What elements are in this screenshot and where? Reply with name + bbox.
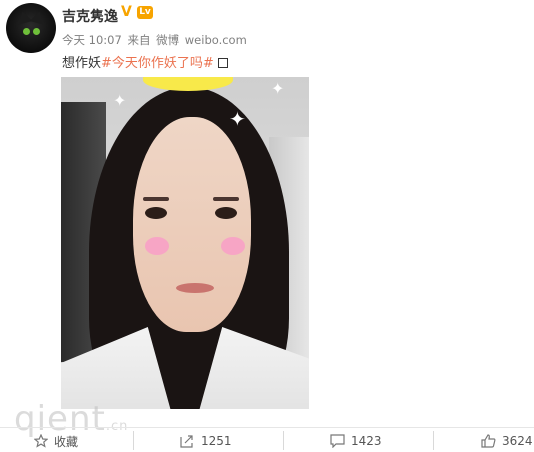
photo-lips <box>176 283 214 293</box>
source-prefix: 来自 <box>127 33 151 47</box>
blush-sticker-left <box>145 237 169 255</box>
favorite-button[interactable]: 收藏 <box>34 432 78 450</box>
comment-count: 1423 <box>351 434 382 448</box>
blush-sticker-right <box>221 237 245 255</box>
share-button[interactable]: 1251 <box>180 432 232 450</box>
avatar-eye-right <box>33 28 40 35</box>
share-count: 1251 <box>201 434 232 448</box>
comment-icon <box>330 434 345 448</box>
post-text: 想作妖#今天你作妖了吗# <box>62 52 228 71</box>
avatar-ear-right <box>29 9 47 25</box>
comment-button[interactable]: 1423 <box>330 432 382 450</box>
post-body: 想作妖 <box>62 56 102 71</box>
favorite-label: 收藏 <box>54 434 79 449</box>
photo-brow-right <box>213 197 239 201</box>
source-app[interactable]: 微博 <box>156 33 179 47</box>
share-icon <box>180 435 193 448</box>
avatar[interactable] <box>6 3 56 53</box>
photo-brow-left <box>143 197 169 201</box>
halo-sticker <box>143 77 233 91</box>
like-count: 3624 <box>502 434 533 448</box>
photo-face <box>133 117 251 332</box>
sparkle-icon: ✦ <box>229 107 246 131</box>
like-icon <box>481 434 496 448</box>
post-time[interactable]: 今天 10:07 <box>62 33 122 47</box>
avatar-eye-left <box>23 28 30 35</box>
verified-icon[interactable]: V <box>121 5 135 19</box>
username[interactable]: 吉克隽逸 <box>62 6 118 26</box>
sparkle-icon: ✦ <box>271 79 285 98</box>
action-bar: 收藏 1251 1423 3624 <box>0 427 534 452</box>
photo-eye-left <box>145 207 167 219</box>
post-photo[interactable]: ✦ ✦ ✦ <box>61 77 309 409</box>
post-meta: 今天 10:07 来自 微博 weibo.com <box>62 32 247 48</box>
photo-eye-right <box>215 207 237 219</box>
like-button[interactable]: 3624 <box>481 432 533 450</box>
source-site[interactable]: weibo.com <box>185 33 247 47</box>
sparkle-icon: ✦ <box>113 91 127 110</box>
star-icon <box>34 434 48 448</box>
emoji-placeholder-icon <box>217 58 228 68</box>
hashtag-link[interactable]: #今天你作妖了吗# <box>101 56 214 71</box>
divider <box>283 431 284 450</box>
member-badge-icon[interactable]: Lv <box>137 6 153 19</box>
divider <box>433 431 434 450</box>
divider <box>133 431 134 450</box>
